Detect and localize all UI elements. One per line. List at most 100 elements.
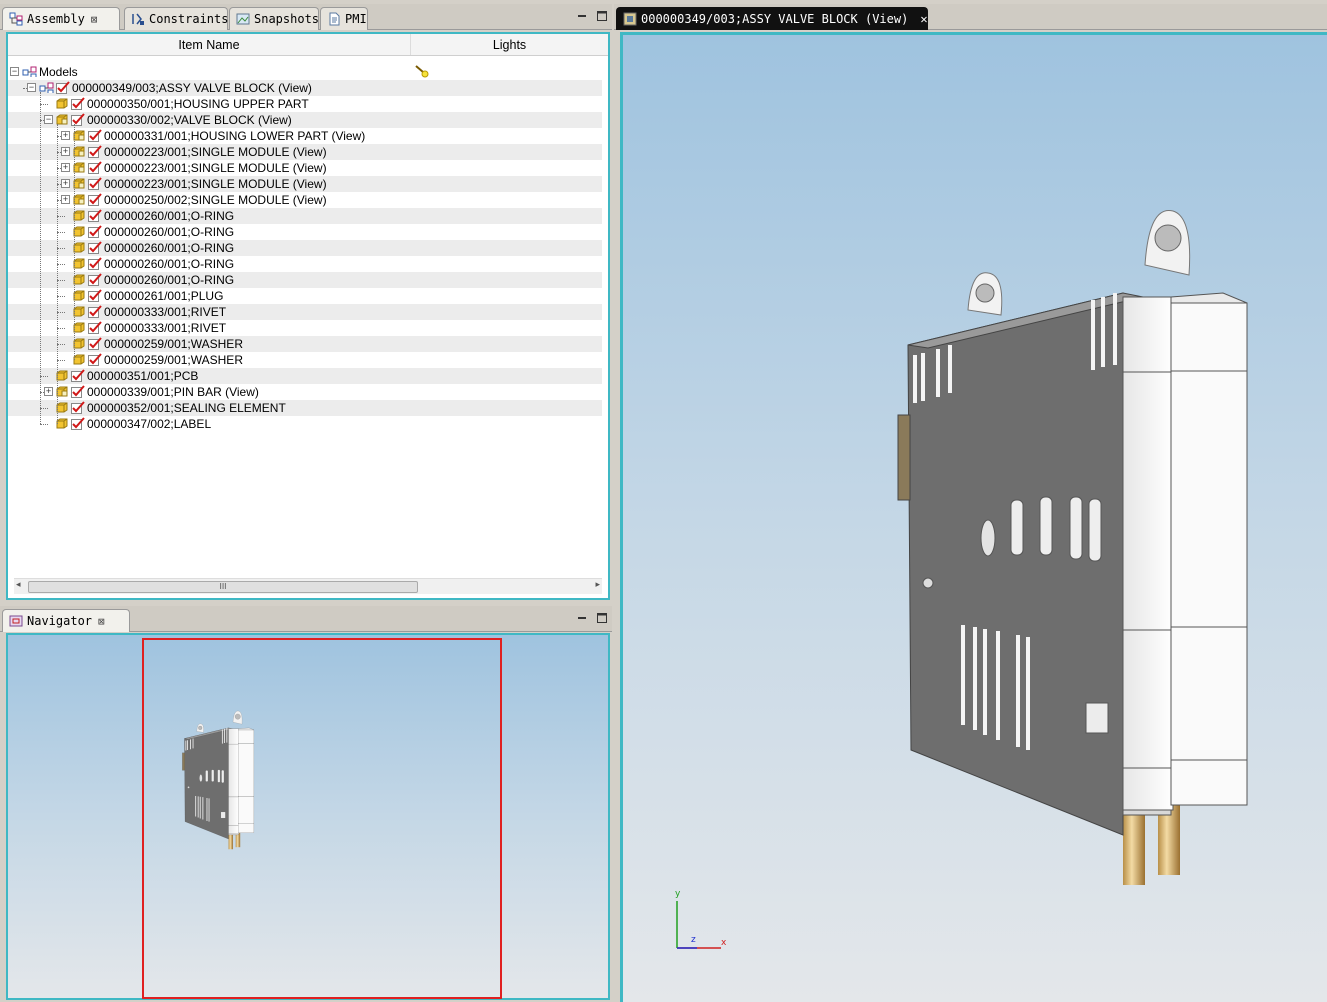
tree-node-label: 000000260/001;O-RING (104, 209, 235, 223)
visibility-checkbox-icon[interactable] (88, 321, 102, 334)
tree-node-label: 000000260/001;O-RING (104, 241, 235, 255)
maximize-icon[interactable] (596, 612, 608, 624)
tree-node-label: 000000260/001;O-RING (104, 257, 235, 271)
tree-node[interactable]: 000000260/001;O-RING (8, 272, 602, 288)
navigator-viewport[interactable] (6, 633, 610, 1000)
assembly-structure-icon (22, 66, 37, 77)
tab-snapshots[interactable]: Snapshots (229, 7, 319, 30)
tree-node[interactable]: 000000261/001;PLUG (8, 288, 602, 304)
close-icon[interactable]: ✕ (920, 12, 927, 26)
close-icon[interactable]: ⊠ (91, 13, 98, 26)
tree-node[interactable]: 000000259/001;WASHER (8, 336, 602, 352)
visibility-checkbox-icon[interactable] (88, 145, 102, 158)
tree-node[interactable]: +000000339/001;PIN BAR (View) (8, 384, 602, 400)
visibility-checkbox-icon[interactable] (56, 81, 70, 94)
tab-viewer-model[interactable]: 000000349/003;ASSY VALVE BLOCK (View) ✕ (616, 7, 928, 30)
visibility-checkbox-icon[interactable] (88, 337, 102, 350)
tree-node-label: 000000223/001;SINGLE MODULE (View) (104, 177, 327, 191)
tree-node[interactable]: − 000000330/002;VALVE BLOCK (View) (8, 112, 602, 128)
visibility-checkbox-icon[interactable] (71, 369, 85, 382)
expand-icon[interactable]: + (44, 387, 53, 396)
column-item-name[interactable]: Item Name (8, 34, 411, 55)
tree-guide-line (74, 124, 75, 360)
tree-node[interactable]: 000000260/001;O-RING (8, 208, 602, 224)
visibility-checkbox-icon[interactable] (88, 257, 102, 270)
tree-connector (57, 264, 65, 265)
tree-node[interactable]: +000000250/002;SINGLE MODULE (View) (8, 192, 602, 208)
tree-node-label: 000000223/001;SINGLE MODULE (View) (104, 161, 327, 175)
navigator-view-frame[interactable] (142, 638, 502, 999)
tree-node[interactable]: 000000260/001;O-RING (8, 224, 602, 240)
tab-snapshots-label: Snapshots (254, 12, 320, 26)
tree-node[interactable]: 000000333/001;RIVET (8, 320, 602, 336)
expand-icon[interactable]: + (61, 195, 70, 204)
navigator-window-controls (576, 612, 608, 624)
visibility-checkbox-icon[interactable] (88, 209, 102, 222)
assembly-tabbar: Assembly ⊠ Constraints Snapshots PMI (0, 4, 612, 30)
visibility-checkbox-icon[interactable] (71, 417, 85, 430)
minimize-icon[interactable] (576, 10, 588, 22)
collapse-icon[interactable]: − (10, 67, 19, 76)
visibility-checkbox-icon[interactable] (88, 177, 102, 190)
visibility-checkbox-icon[interactable] (71, 385, 85, 398)
maximize-icon[interactable] (596, 10, 608, 22)
collapse-icon[interactable]: − (27, 83, 36, 92)
expand-icon[interactable]: + (61, 179, 70, 188)
tree-node[interactable]: 000000333/001;RIVET (8, 304, 602, 320)
tab-navigator[interactable]: Navigator ⊠ (2, 609, 130, 632)
tree-connector (57, 312, 65, 313)
tree-connector (57, 216, 65, 217)
expand-icon[interactable]: + (61, 163, 70, 172)
scroll-left-icon[interactable]: ◂ (16, 580, 21, 590)
scroll-right-icon[interactable]: ▸ (595, 580, 600, 590)
part-cube-icon (56, 98, 68, 109)
tab-constraints[interactable]: Constraints (124, 7, 228, 30)
tree-node[interactable]: +000000223/001;SINGLE MODULE (View) (8, 144, 602, 160)
navigator-tabbar: Navigator ⊠ (0, 606, 612, 632)
tree-node[interactable]: 000000350/001;HOUSING UPPER PART (8, 96, 602, 112)
minimize-icon[interactable] (576, 612, 588, 624)
tree-node-label: 000000350/001;HOUSING UPPER PART (87, 97, 309, 111)
tree-node[interactable]: +000000223/001;SINGLE MODULE (View) (8, 176, 602, 192)
visibility-checkbox-icon[interactable] (88, 225, 102, 238)
visibility-checkbox-icon[interactable] (71, 401, 85, 414)
tree-connector (57, 344, 65, 345)
visibility-checkbox-icon[interactable] (88, 305, 102, 318)
tree-node[interactable]: 000000352/001;SEALING ELEMENT (8, 400, 602, 416)
visibility-checkbox-icon[interactable] (71, 97, 85, 110)
tree-node[interactable]: 000000259/001;WASHER (8, 352, 602, 368)
column-lights[interactable]: Lights (411, 34, 608, 55)
tree-node[interactable]: 000000347/002;LABEL (8, 416, 602, 432)
tab-pmi[interactable]: PMI (320, 7, 368, 30)
expand-icon[interactable]: + (61, 147, 70, 156)
expand-icon[interactable]: + (61, 131, 70, 140)
close-icon[interactable]: ⊠ (98, 615, 105, 628)
visibility-checkbox-icon[interactable] (88, 241, 102, 254)
horizontal-scrollbar[interactable]: ◂ III ▸ (14, 578, 602, 594)
tree-node-label: 000000331/001;HOUSING LOWER PART (View) (104, 129, 366, 143)
tree-node[interactable]: 000000260/001;O-RING (8, 256, 602, 272)
visibility-checkbox-icon[interactable] (88, 161, 102, 174)
scrollbar-thumb[interactable]: III (28, 581, 418, 593)
visibility-checkbox-icon[interactable] (88, 193, 102, 206)
3d-viewport[interactable]: y z x (620, 32, 1327, 1002)
tree-connector (57, 296, 65, 297)
visibility-checkbox-icon[interactable] (88, 273, 102, 286)
visibility-checkbox-icon[interactable] (88, 129, 102, 142)
tab-assembly-label: Assembly (27, 12, 85, 26)
tree-node[interactable]: +000000223/001;SINGLE MODULE (View) (8, 160, 602, 176)
axis-y-label: y (675, 889, 681, 899)
visibility-checkbox-icon[interactable] (88, 289, 102, 302)
collapse-icon[interactable]: − (44, 115, 53, 124)
tab-assembly[interactable]: Assembly ⊠ (2, 7, 120, 30)
tree-node[interactable]: 000000260/001;O-RING (8, 240, 602, 256)
axis-x-label: x (721, 938, 727, 948)
tree-node[interactable]: 000000351/001;PCB (8, 368, 602, 384)
tree-root-models[interactable]: − Models (8, 64, 602, 80)
tree-node-label: 000000352/001;SEALING ELEMENT (87, 401, 286, 415)
pmi-icon (327, 12, 341, 26)
tree-node[interactable]: +000000331/001;HOUSING LOWER PART (View) (8, 128, 602, 144)
axis-z-label: z (691, 935, 696, 945)
visibility-checkbox-icon[interactable] (88, 353, 102, 366)
tree-node[interactable]: − 000000349/003;ASSY VALVE BLOCK (View) (8, 80, 602, 96)
